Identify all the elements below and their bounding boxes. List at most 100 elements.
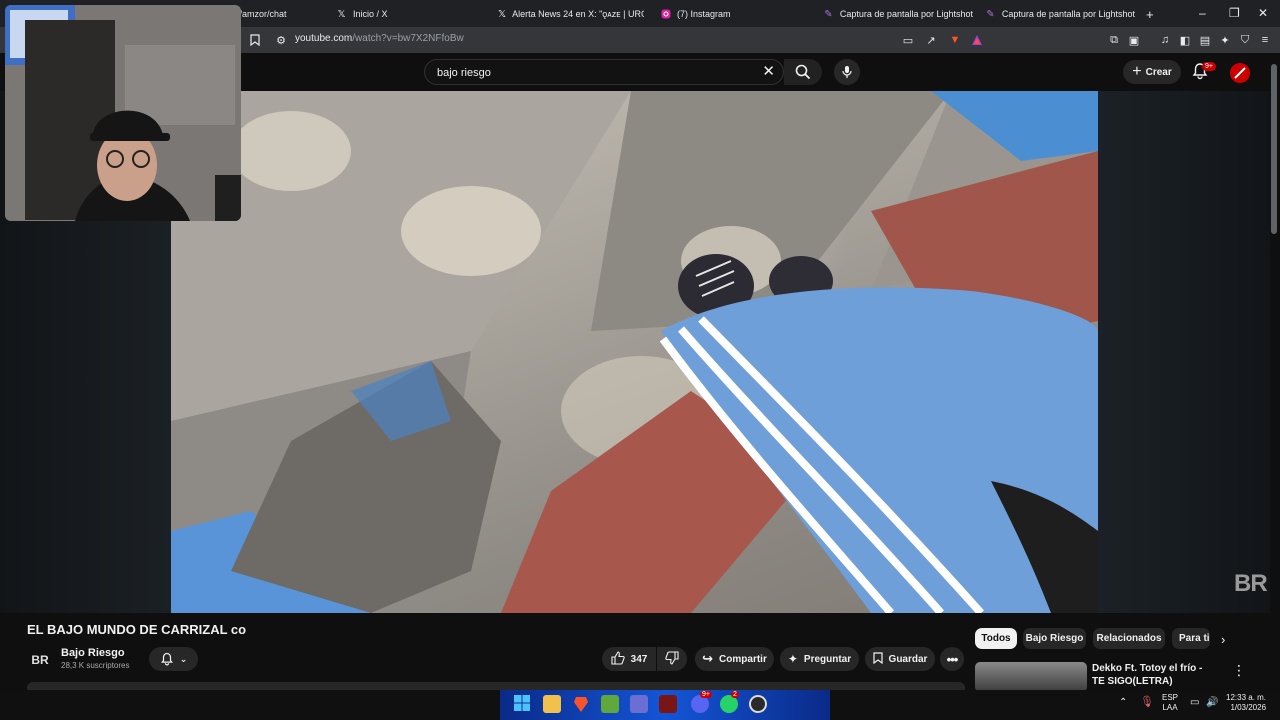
browser-tab-lightshot-2[interactable]: ✎ Captura de pantalla por Lightshot [985, 5, 1135, 23]
description-box[interactable] [27, 682, 965, 690]
lightshot-feather-icon: ✎ [986, 8, 995, 20]
writer-app-icon[interactable] [659, 695, 677, 713]
bookmark-icon [872, 651, 883, 667]
minimize-icon[interactable]: – [1199, 6, 1206, 20]
restore-icon[interactable]: ❐ [1229, 6, 1240, 20]
ask-label: Preguntar [803, 653, 852, 665]
plus-icon: + [1146, 6, 1154, 22]
wallet-icon[interactable]: ▤ [1198, 33, 1212, 47]
brave-browser-icon[interactable] [572, 695, 590, 713]
subscriber-count: 28,3 K suscriptores [61, 661, 130, 670]
microphone-icon [842, 66, 852, 78]
like-button[interactable]: 347 [602, 647, 656, 671]
leo-ai-icon[interactable]: ✦ [1218, 33, 1232, 47]
create-button[interactable]: + Crear [1123, 60, 1181, 84]
brave-shield-icon[interactable]: ▼ [948, 33, 962, 47]
video-frame [171, 91, 1098, 613]
chip-bajo-riesgo[interactable]: Bajo Riesgo [1023, 628, 1086, 649]
chip-todos[interactable]: Todos [975, 628, 1017, 649]
new-tab-button[interactable]: + [1146, 5, 1158, 23]
browser-tab-x-inicio[interactable]: 𝕏 Inicio / X [336, 5, 446, 23]
tab-title: Captura de pantalla por Lightshot [839, 9, 973, 19]
lightshot-feather-icon: ✎ [824, 8, 833, 20]
clock[interactable]: 12:33 a. m. 1/03/2026 [1226, 693, 1266, 713]
webcam-feed [5, 5, 241, 221]
search-button[interactable] [784, 59, 822, 85]
ask-button[interactable]: ✦ Preguntar [780, 647, 859, 671]
vpn-shield-icon[interactable]: ⛉ [1238, 33, 1252, 47]
cast-icon[interactable]: ▭ [901, 33, 915, 47]
thumbs-up-icon [611, 650, 625, 668]
more-horizontal-icon: ••• [946, 651, 959, 667]
bookmark-icon[interactable] [248, 33, 262, 47]
screenshot-icon[interactable]: ▣ [1127, 33, 1141, 47]
subscription-notifications-button[interactable]: ⌄ [149, 647, 198, 671]
clock-time: 12:33 a. m. [1226, 693, 1267, 702]
more-actions-button[interactable]: ••• [940, 647, 964, 671]
whatsapp-badge: 2 [731, 691, 739, 698]
app-icon[interactable] [630, 695, 648, 713]
tab-title: Captura de pantalla por Lightshot [1001, 9, 1135, 19]
store-icon[interactable] [601, 695, 619, 713]
search-input[interactable] [435, 64, 759, 82]
chevron-right-icon[interactable]: › [1221, 632, 1225, 647]
chevron-down-icon: ⌄ [179, 653, 188, 664]
clear-search-icon[interactable]: ✕ [762, 64, 775, 80]
video-player[interactable] [171, 91, 1098, 613]
chip-relacionados[interactable]: Relacionados [1093, 628, 1165, 649]
webcam-overlay [5, 5, 241, 221]
browser-tab-lightshot-1[interactable]: ✎ Captura de pantalla por Lightshot [823, 5, 973, 23]
bell-icon [160, 652, 173, 666]
voice-search-button[interactable] [834, 59, 860, 85]
channel-avatar[interactable]: BR [28, 648, 52, 672]
channel-name[interactable]: Bajo Riesgo [61, 647, 125, 659]
share-arrow-icon: ↪ [702, 651, 714, 666]
dislike-button[interactable] [657, 647, 687, 671]
share-icon[interactable]: ↗ [924, 33, 938, 47]
x-logo-icon: 𝕏 [498, 8, 507, 20]
language-code: ESP [1162, 693, 1179, 702]
site-info-icon[interactable]: ⚙ [274, 33, 288, 47]
channel-watermark[interactable]: BR [1234, 570, 1268, 598]
search-box: ✕ [424, 59, 784, 85]
file-explorer-icon[interactable] [543, 695, 561, 713]
thumbs-down-icon [665, 650, 679, 668]
instagram-icon [660, 9, 671, 20]
chip-para-ti[interactable]: Para ti [1172, 628, 1210, 649]
x-logo-icon: 𝕏 [337, 8, 346, 20]
url-field[interactable]: youtube.com/watch?v=bw7X2NFfoBw [295, 33, 464, 44]
notification-badge: 9+ [1202, 62, 1216, 71]
browser-tab-instagram[interactable]: (7) Instagram [660, 5, 780, 23]
clock-date: 1/03/2026 [1230, 703, 1267, 712]
browser-tab-alerta-news[interactable]: 𝕏 Alerta News 24 en X: "ǫᴀᴢᴇ | URGENTE [498, 5, 644, 23]
tab-title: Alerta News 24 en X: "ǫᴀᴢᴇ | URGENTE [512, 9, 644, 19]
chevron-up-icon[interactable]: ⌃ [1119, 698, 1127, 708]
music-icon[interactable]: ♫ [1158, 33, 1172, 47]
tab-title: Inicio / X [353, 9, 388, 19]
recommended-thumbnail[interactable] [975, 662, 1087, 692]
volume-icon[interactable]: 🔊 [1206, 698, 1218, 708]
save-label: Guardar [888, 653, 928, 665]
network-icon[interactable]: ▭ [1190, 698, 1199, 708]
microphone-icon[interactable]: 🎙 [1140, 697, 1154, 708]
save-button[interactable]: Guardar [865, 647, 935, 671]
plus-icon: + [1132, 63, 1142, 80]
recommended-title[interactable]: Dekko Ft. Totoy el frío - TE SIGO(LETRA) [1092, 662, 1212, 688]
share-button[interactable]: ↪ Compartir [695, 647, 774, 671]
page-scrollbar[interactable] [1271, 64, 1277, 234]
account-avatar[interactable] [1230, 63, 1250, 83]
close-icon[interactable]: ✕ [1258, 6, 1268, 20]
obs-icon[interactable] [749, 695, 767, 713]
sidebar-icon[interactable]: ◧ [1178, 33, 1192, 47]
search-icon [795, 64, 811, 80]
brave-rewards-icon[interactable] [970, 33, 984, 47]
extensions-icon[interactable]: ⧉ [1107, 33, 1121, 47]
windows-start-icon[interactable] [514, 695, 532, 713]
windows-taskbar: 9+ 2 ⌃ 🎙 ESP LAA ▭ 🔊 12:33 a. m. 1/03/20… [0, 690, 1280, 720]
tab-title: (7) Instagram [677, 9, 731, 19]
more-vertical-icon[interactable]: ⋮ [1232, 662, 1246, 679]
share-label: Compartir [719, 653, 767, 665]
browser-tab-chat[interactable]: ut/amzor/chat [232, 5, 322, 23]
language-indicator[interactable]: ESP LAA [1162, 693, 1178, 713]
menu-icon[interactable]: ≡ [1258, 33, 1272, 47]
